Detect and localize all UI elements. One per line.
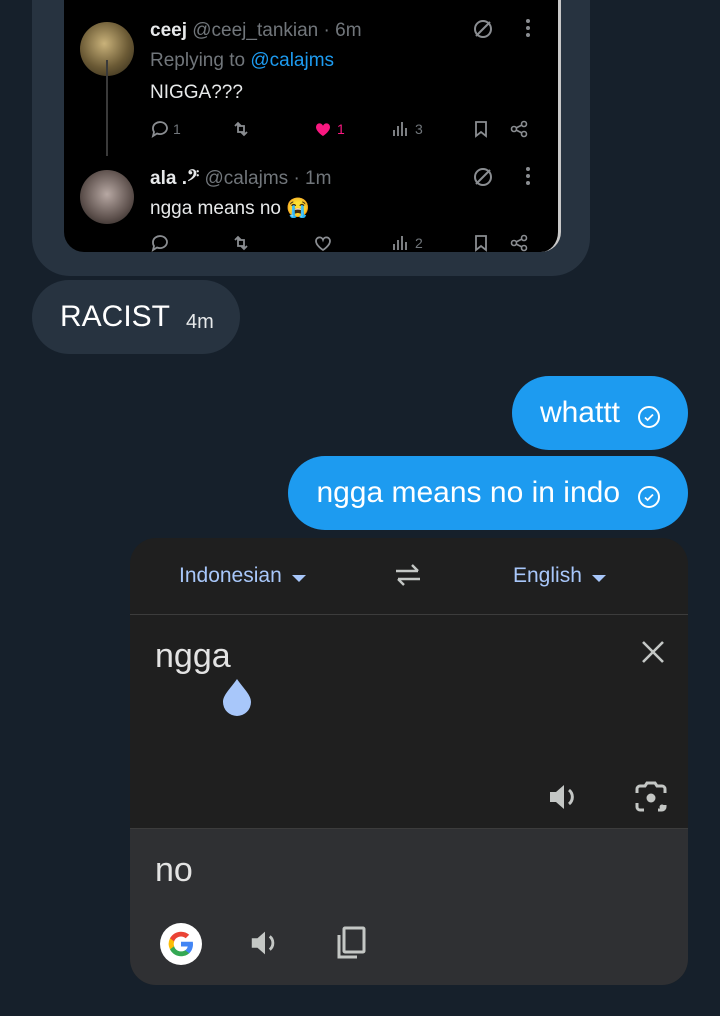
text-cursor-handle-icon[interactable]	[220, 677, 254, 722]
message-timestamp: 4m	[186, 310, 214, 333]
view-count: 2	[390, 232, 423, 252]
seen-check-icon	[638, 406, 660, 428]
bookmark-icon	[470, 118, 492, 140]
camera-lens-icon[interactable]	[633, 781, 669, 820]
bookmark-icon	[470, 232, 492, 252]
copy-icon[interactable]	[335, 925, 367, 966]
translated-text: no	[155, 851, 193, 889]
source-text: ngga	[155, 637, 231, 675]
seen-check-icon	[638, 486, 660, 508]
translation-output-area: no	[130, 828, 688, 985]
heart-filled-icon	[315, 123, 331, 136]
more-icon	[524, 16, 532, 45]
reply-icon	[148, 232, 170, 252]
tweet-text: ngga means no 😭	[150, 198, 310, 219]
swap-languages-icon[interactable]	[392, 562, 424, 593]
thread-line	[106, 60, 108, 156]
message-text: whattt	[539, 396, 620, 429]
speaker-icon[interactable]	[546, 781, 582, 818]
language-bar: Indonesian English	[130, 538, 688, 615]
tweet-author-name: ceej @ceej_tankian · 6m	[150, 20, 362, 41]
sent-message-bubble[interactable]: ngga means no in indo	[288, 456, 688, 530]
translate-screenshot-card[interactable]: Indonesian English ngga no	[130, 538, 688, 985]
share-icon	[508, 232, 530, 252]
dropdown-caret-icon	[591, 574, 606, 582]
tweet-author-name: ala .𝄢 @calajms · 1m	[150, 168, 332, 189]
grok-icon	[472, 18, 494, 45]
heart-icon	[312, 232, 334, 252]
grok-icon	[472, 166, 494, 193]
source-language-selector[interactable]: Indonesian	[179, 564, 306, 588]
retweet-icon	[230, 232, 252, 252]
target-language-selector[interactable]: English	[513, 564, 606, 588]
received-message-bubble[interactable]: RACIST 4m	[32, 280, 240, 354]
speaker-icon[interactable]	[248, 927, 282, 964]
clear-text-icon[interactable]	[638, 637, 668, 672]
source-text-area[interactable]: ngga	[130, 615, 688, 828]
reply-icon	[151, 121, 168, 138]
more-icon	[524, 164, 532, 193]
tweet-screenshot-image[interactable]: ceej @ceej_tankian · 6m Replying to @cal…	[64, 0, 561, 252]
view-count: 3	[390, 118, 423, 140]
avatar	[80, 170, 134, 224]
replying-to: Replying to @calajms	[150, 50, 335, 71]
retweet-icon	[230, 118, 252, 140]
like-count: 1	[312, 118, 345, 140]
dropdown-caret-icon	[291, 574, 306, 582]
views-icon	[393, 122, 407, 136]
google-logo-icon[interactable]	[160, 923, 202, 965]
message-text: ngga means no in indo	[316, 476, 620, 509]
views-icon	[393, 236, 407, 250]
message-text: RACIST	[60, 300, 171, 333]
share-icon	[508, 118, 530, 140]
tweet-text: NIGGA???	[150, 82, 243, 103]
reply-count: 1	[148, 118, 181, 140]
sent-message-bubble[interactable]: whattt	[511, 376, 688, 450]
